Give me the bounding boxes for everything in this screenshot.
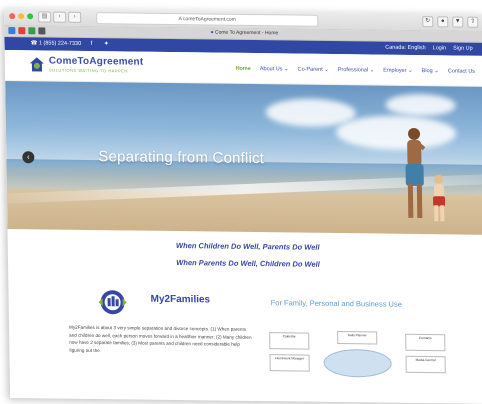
my2families-logo-icon	[98, 290, 127, 315]
nav-professional[interactable]: Professional ⌄	[338, 67, 375, 73]
hero-cloud	[385, 93, 456, 117]
logo-tagline: SOLUTIONS WAITING TO HAPPEN	[48, 67, 128, 74]
browser-actions: ↻ ● ▼ ⇧	[422, 16, 479, 28]
nav-blog[interactable]: Blog ⌄	[422, 68, 439, 74]
download-icon[interactable]: ▼	[452, 16, 464, 28]
zoom-window-button[interactable]	[27, 13, 34, 20]
browser-nav-buttons: ▤ ‹ ›	[38, 11, 82, 23]
window-controls	[9, 13, 34, 20]
nav-home[interactable]: Home	[236, 66, 251, 72]
minimize-window-button[interactable]	[18, 13, 25, 20]
language-selector[interactable]: Canada: English	[385, 45, 425, 51]
main-nav: Home About Us ⌄ Co-Parent ⌄ Professional…	[236, 66, 476, 75]
logo[interactable]: ComeToAgreement SOLUTIONS WAITING TO HAP…	[49, 56, 144, 74]
my2families-subtitle: For Family, Personal and Business Use	[270, 298, 402, 309]
nav-contact-us[interactable]: Contact Us	[448, 68, 475, 74]
logo-icon[interactable]	[29, 56, 45, 72]
slider-prev-button[interactable]: ‹	[22, 151, 35, 164]
tab-title-label: Come To Agreement - Home	[214, 29, 279, 37]
nav-employer[interactable]: Employer ⌄	[383, 68, 412, 74]
my2families-section: My2Families For Family, Personal and Bus…	[8, 269, 482, 395]
diagram-box-daily-planner: Daily Planner	[337, 330, 378, 345]
browser-window: ▤ ‹ › A comeToAgreement.com ↻ ● ▼ ⇧ ● Co…	[4, 8, 482, 404]
feature-diagram: Calendar Daily Planner Contacts Homework…	[259, 326, 460, 388]
diagram-box-contacts: Contacts	[405, 333, 446, 352]
sidebar-toggle-icon[interactable]: ▤	[38, 11, 52, 23]
hero-child-figure	[433, 174, 446, 222]
share-icon[interactable]: ⇧	[467, 16, 479, 28]
extension-icon[interactable]: ●	[437, 16, 449, 28]
address-bar[interactable]: A comeToAgreement.com	[96, 12, 319, 27]
phone-link[interactable]: ☎ 1 (855) 224-7330	[31, 40, 82, 47]
my2families-title: My2Families	[150, 293, 211, 306]
diagram-center-hub	[323, 348, 392, 378]
nav-about-us[interactable]: About Us ⌄	[260, 66, 289, 72]
diagram-box-calendar: Calendar	[269, 332, 310, 350]
social-icons[interactable]: f ✦	[91, 40, 114, 47]
diagram-box-homework-manager: Homework Manager	[269, 354, 310, 372]
logo-name: ComeToAgreement	[48, 55, 144, 68]
signup-link[interactable]: Sign Up	[453, 45, 473, 51]
tab-favicon: ●	[210, 29, 214, 36]
top-bar-right: Canada: English Login Sign Up	[385, 45, 473, 52]
diagram-box-media-central: Media Central	[405, 355, 446, 374]
nav-co-parent[interactable]: Co-Parent ⌄	[298, 67, 329, 73]
hero-slider: ‹ Separating from Conflict	[5, 80, 482, 235]
my2families-body: My2Families is about 3 very simple separ…	[68, 324, 252, 353]
reload-icon[interactable]: ↻	[422, 16, 434, 28]
close-window-button[interactable]	[9, 13, 16, 20]
back-icon[interactable]: ‹	[53, 11, 67, 23]
forward-icon[interactable]: ›	[68, 11, 82, 23]
hero-title: Separating from Conflict	[98, 148, 265, 168]
login-link[interactable]: Login	[433, 45, 447, 51]
